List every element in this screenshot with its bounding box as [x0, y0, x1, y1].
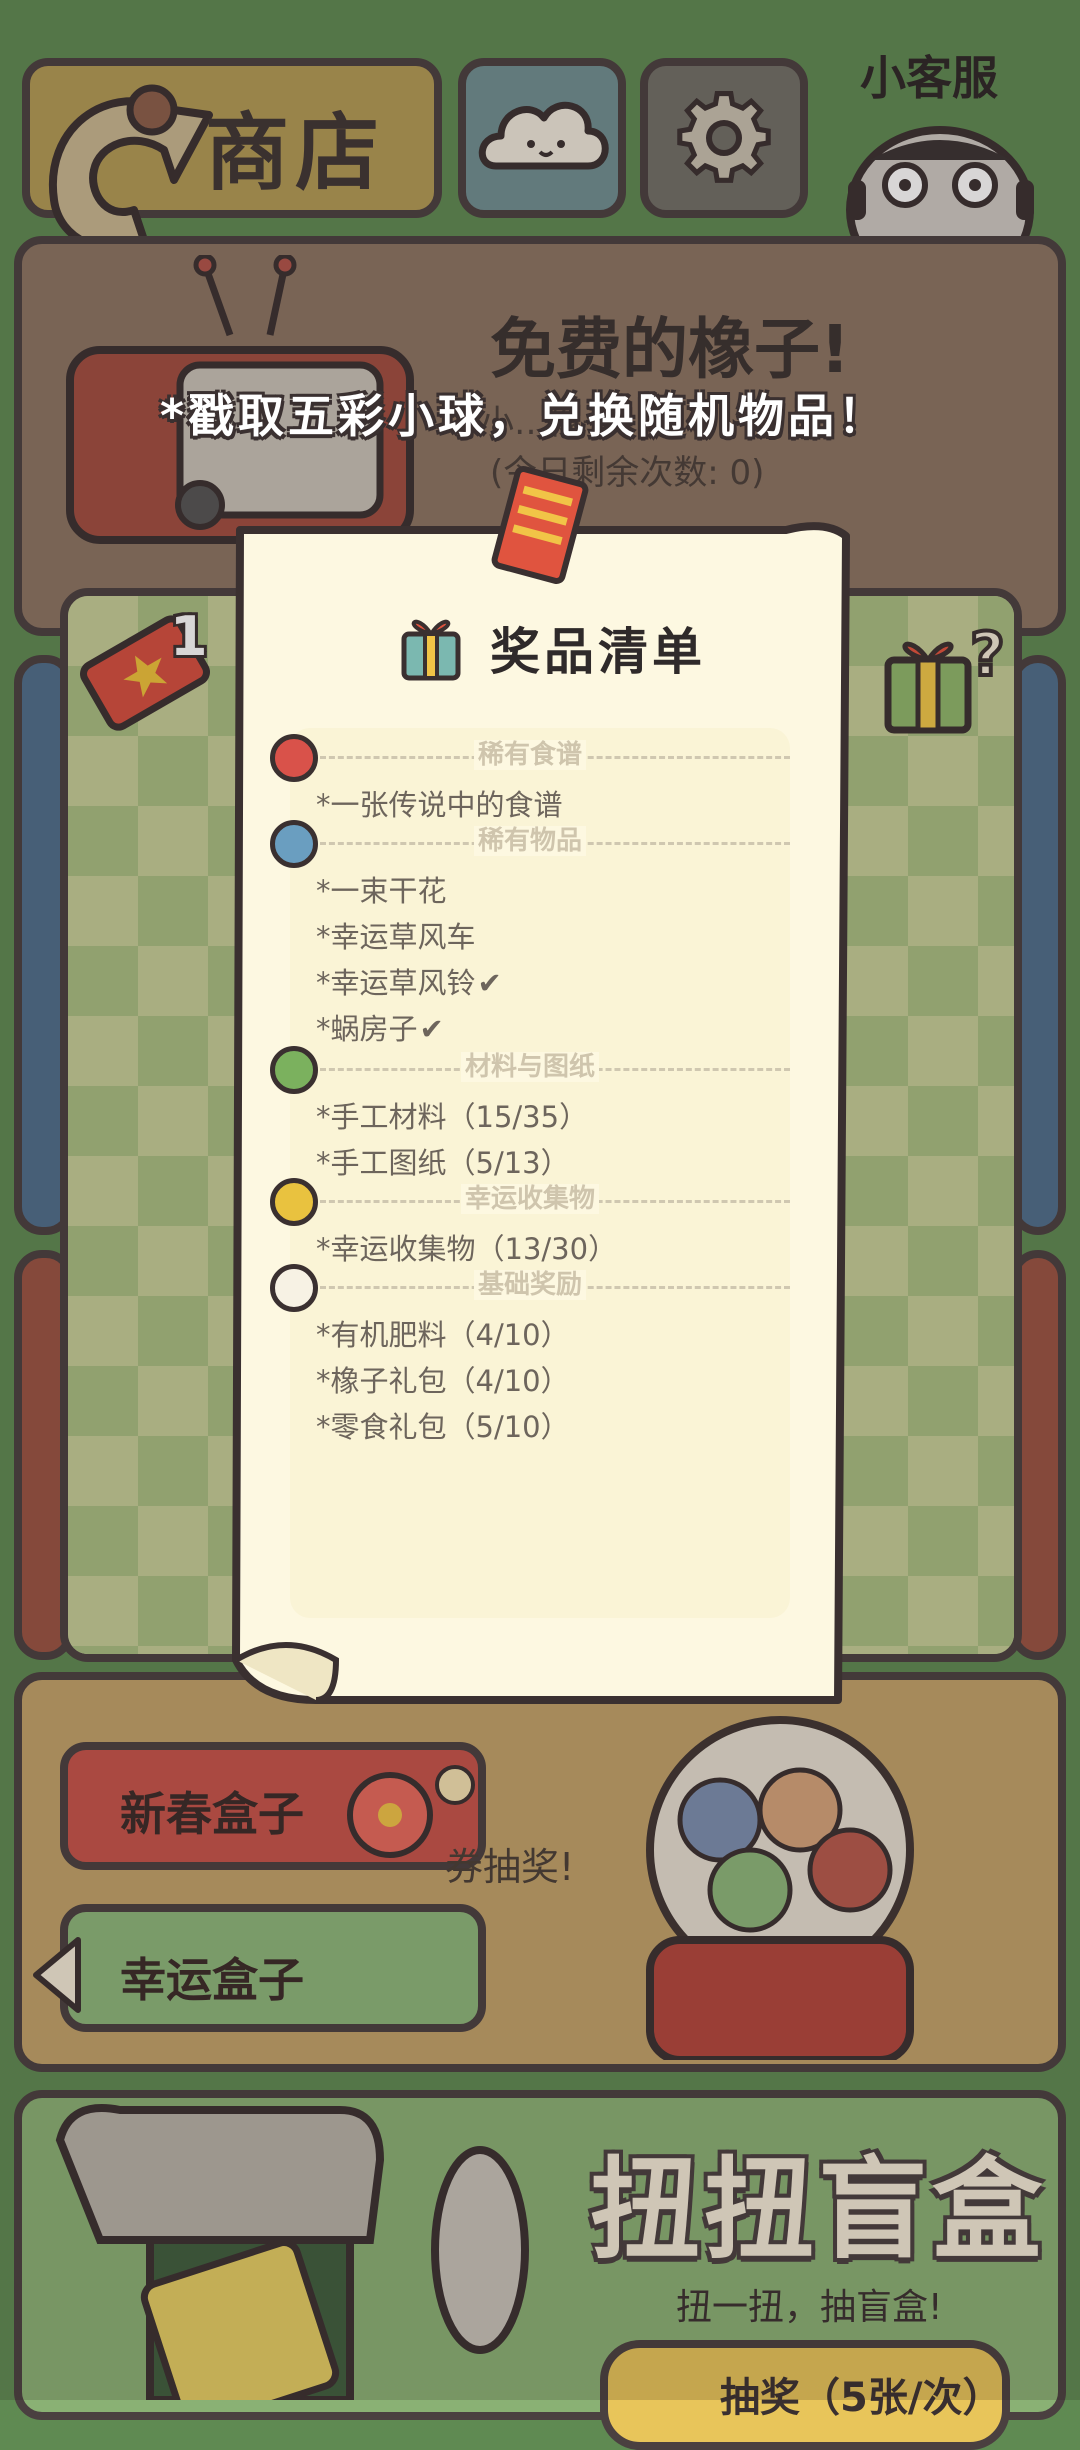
- prize-item-label: *一张传说中的食谱: [316, 788, 563, 822]
- prize-item-label: *手工图纸（5/13）: [316, 1146, 570, 1180]
- prize-item: *手工材料（15/35）: [316, 1094, 588, 1136]
- prize-item: *零食礼包（5/10）: [316, 1404, 570, 1446]
- prize-item-label: *幸运草风车: [316, 920, 476, 954]
- prize-item: *幸运草风铃✔: [316, 960, 502, 1002]
- prize-item-label: *幸运草风铃: [316, 966, 476, 1000]
- prize-list-heading: 奖品清单: [490, 623, 706, 681]
- checkmark-icon: ✔: [477, 966, 502, 1000]
- prize-item: *幸运草风车: [316, 914, 476, 956]
- prize-section-header: 稀有物品: [270, 820, 790, 868]
- prize-item: *手工图纸（5/13）: [316, 1140, 570, 1182]
- prize-item-label: *一束干花: [316, 874, 447, 908]
- prize-item: *橡子礼包（4/10）: [316, 1358, 570, 1400]
- prize-item-label: *幸运收集物（13/30）: [316, 1232, 618, 1266]
- prize-item-label: *蜗房子: [316, 1012, 418, 1046]
- prize-item: *一束干花: [316, 868, 447, 910]
- gift-icon: [401, 619, 461, 681]
- prize-section-name: 基础奖励: [473, 1270, 586, 1300]
- prize-item: *有机肥料（4/10）: [316, 1312, 570, 1354]
- prize-item: *一张传说中的食谱: [316, 782, 563, 824]
- banner-instruction: *戳取五彩小球，兑换随机物品！: [160, 389, 889, 443]
- prize-item-label: *零食礼包（5/10）: [316, 1410, 570, 1444]
- prize-item: *幸运收集物（13/30）: [316, 1226, 617, 1268]
- prize-item-label: *橡子礼包（4/10）: [316, 1364, 570, 1398]
- prize-section-header: 稀有食谱: [270, 734, 790, 782]
- prize-section-name: 幸运收集物: [460, 1184, 599, 1214]
- prize-item-label: *有机肥料（4/10）: [316, 1318, 570, 1352]
- prize-section-header: 材料与图纸: [270, 1046, 790, 1094]
- prize-section-name: 稀有食谱: [473, 740, 586, 770]
- red-tag-icon: [491, 465, 589, 585]
- prize-item-label: *手工材料（15/35）: [316, 1100, 589, 1134]
- prize-item: *蜗房子✔: [316, 1006, 444, 1048]
- prize-section-name: 稀有物品: [473, 826, 586, 856]
- prize-section-name: 材料与图纸: [460, 1052, 599, 1082]
- prize-section-header: 基础奖励: [270, 1264, 790, 1312]
- prize-section-header: 幸运收集物: [270, 1178, 790, 1226]
- checkmark-icon: ✔: [419, 1012, 444, 1046]
